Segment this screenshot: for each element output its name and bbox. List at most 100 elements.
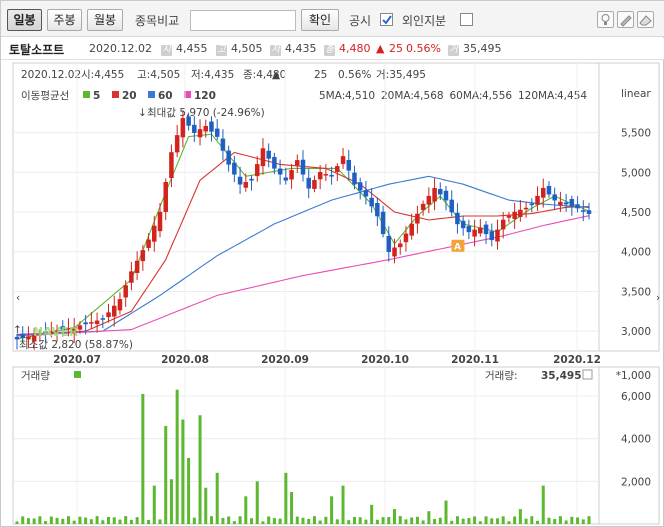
volume-bar (44, 521, 48, 524)
header-arrow-icon: ▲ (272, 69, 281, 81)
volume-bar (107, 516, 111, 524)
volume-bar (278, 518, 282, 524)
toolbar: 일봉 주봉 월봉 종목비교 확인 공시 외인지분 (1, 1, 664, 37)
candle-body (489, 231, 495, 241)
candle-body (438, 189, 443, 195)
volume-bar (513, 516, 517, 524)
volume-bar (118, 519, 122, 524)
candle-body (363, 190, 369, 197)
volume-bar (135, 517, 139, 524)
volume-bar (55, 517, 59, 524)
candle-body (357, 182, 363, 191)
price-tick-label: 3,000 (621, 326, 651, 338)
volume-bar (524, 518, 528, 524)
volume-bar (370, 504, 374, 524)
change-pct: 0.56% (406, 42, 441, 55)
min-arrow-icon: ↑ (13, 324, 22, 336)
candle-body (157, 211, 163, 232)
volume-bar (89, 519, 93, 524)
stock-chart-widget: 일봉 주봉 월봉 종목비교 확인 공시 외인지분 토탈소프트 2020.12.0… (0, 0, 664, 527)
weekly-button[interactable]: 주봉 (47, 9, 82, 31)
candle-body (523, 207, 529, 210)
candle-body (134, 260, 140, 273)
scroll-right-icon: › (656, 292, 660, 304)
volume-bar (267, 516, 271, 524)
volume-bar (427, 511, 431, 524)
candle-body (535, 195, 540, 205)
candle-body (83, 322, 88, 325)
monthly-button[interactable]: 월봉 (87, 9, 123, 31)
volume-bar (501, 516, 505, 524)
volume-bar (570, 516, 574, 524)
header-volume: 거:35,495 (376, 69, 426, 81)
min-label: 최소값 2,820 (58.87%) (19, 339, 133, 351)
ma-legend-swatch (83, 91, 90, 98)
volume-bar (250, 518, 254, 524)
volume-panel (12, 366, 600, 525)
candle-body (254, 164, 260, 177)
volume-bar (398, 516, 402, 524)
price-tick-label: 3,500 (621, 286, 651, 298)
header-date: 2020.12.02 (21, 69, 81, 81)
price-tick-label: 5,000 (621, 167, 651, 179)
price-volume-chart: 2020.12.02 시:4,455 고:4,505 저:4,435 종:4,480▲ 2… (12, 62, 660, 525)
volume-bar (187, 457, 191, 524)
candle-body (209, 121, 214, 132)
volume-bar (530, 516, 534, 524)
volume-tick-label: 4,000 (621, 434, 651, 446)
close-value: 4,480 (339, 42, 371, 55)
time-tick-label: 2020.09 (261, 354, 309, 366)
ma-legend-swatch (148, 91, 155, 98)
ma-value-label: 120MA: (518, 90, 558, 102)
volume-tick-label: 2,000 (621, 476, 651, 488)
pencil-icon[interactable] (617, 11, 634, 28)
volume-title: 거래량 (21, 370, 50, 382)
bulb-icon[interactable] (597, 11, 614, 28)
volume-bar (21, 516, 25, 524)
candle-body (558, 201, 563, 206)
confirm-button[interactable]: 확인 (301, 9, 339, 31)
compare-search-input[interactable] (190, 10, 296, 31)
ma-legend-swatch (112, 91, 119, 98)
candle-body (472, 229, 477, 237)
candle-body (174, 135, 180, 153)
volume-bar (341, 485, 345, 524)
volume-bar (553, 519, 557, 524)
candle-body (146, 239, 151, 248)
volume-bar (490, 518, 494, 524)
volume-bar (547, 517, 551, 524)
ma-value: 4,556 (482, 90, 512, 102)
open-badge-wrap: 시 (161, 42, 172, 56)
daily-button[interactable]: 일봉 (7, 9, 42, 31)
eraser-icon[interactable] (637, 11, 654, 28)
volume-bar (478, 521, 482, 524)
ma-legend-item: 5 (93, 90, 100, 102)
volume-bar (312, 516, 316, 524)
candle-body (317, 172, 323, 180)
candle-body (403, 233, 409, 243)
time-tick-label: 2020.07 (53, 354, 101, 366)
volume-bar (450, 520, 454, 524)
volume-close-icon (582, 369, 593, 380)
candle-body (569, 199, 575, 207)
volume-bar (215, 472, 219, 524)
volume-unit: *1,000 (616, 370, 651, 382)
candle-body (260, 148, 266, 167)
candle-body (243, 182, 249, 188)
volume-legend-swatch (74, 371, 81, 378)
volume-bar (129, 519, 133, 524)
candle-body (506, 215, 512, 218)
foreign-checkbox[interactable] (460, 13, 473, 26)
candle-body (106, 312, 111, 318)
header-pct: 0.56% (338, 69, 371, 81)
candle-body (415, 213, 420, 224)
volume-bar (261, 521, 265, 524)
disclosure-checkbox[interactable] (380, 13, 393, 26)
candle-body (546, 185, 552, 195)
volume-bar (66, 516, 70, 524)
volume-bar (290, 492, 294, 524)
candle-body (397, 243, 403, 248)
volume-bar (518, 509, 522, 524)
volume-bar (467, 518, 471, 524)
candle-body (163, 182, 168, 212)
